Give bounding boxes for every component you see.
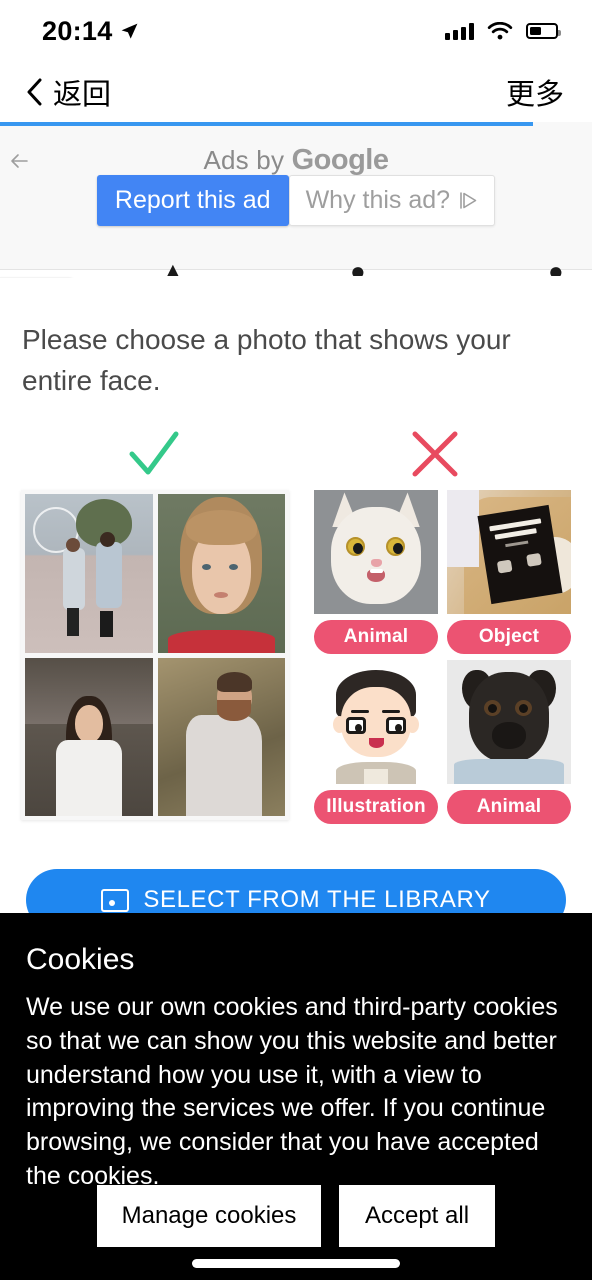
bad-example-label: Illustration: [314, 790, 438, 824]
check-mark-icon: [129, 431, 179, 475]
wifi-icon: [487, 21, 513, 39]
bad-example-dog: Animal: [447, 660, 571, 824]
bad-example-label: Object: [447, 620, 571, 654]
select-from-library-label: SELECT FROM THE LIBRARY: [143, 886, 491, 913]
back-button[interactable]: 返回: [26, 71, 111, 113]
girl-portrait-photo: [157, 494, 285, 653]
google-ad-banner: Ads by Google Report this ad Why this ad…: [0, 122, 592, 270]
ads-by-google-label: Ads by Google: [0, 144, 592, 177]
photo-library-icon: [101, 888, 130, 912]
home-indicator[interactable]: [192, 1259, 400, 1268]
ads-by-text: Ads by: [203, 145, 285, 175]
status-time: 20:14: [42, 15, 113, 46]
photo-guidance-sheet: Please choose a photo that shows your en…: [0, 278, 592, 913]
cookies-button-row: Manage cookies Accept all: [0, 1185, 592, 1247]
more-button[interactable]: 更多: [506, 71, 564, 113]
good-examples-grid: [21, 490, 289, 820]
cookies-title: Cookies: [26, 943, 135, 976]
couple-at-fair-photo: [25, 494, 153, 653]
white-cat-photo: [314, 490, 438, 614]
cross-mark-icon: [412, 431, 458, 477]
cellular-signal-icon: [445, 22, 474, 40]
bad-example-book: Object: [447, 490, 571, 654]
pug-dog-photo: [447, 660, 571, 784]
report-this-ad-button[interactable]: Report this ad: [96, 175, 289, 226]
bad-example-label: Animal: [314, 620, 438, 654]
status-bar-left: 20:14: [42, 16, 139, 47]
chevron-left-icon: [27, 78, 42, 106]
bad-examples-grid: Animal Object Illustration Animal: [314, 490, 572, 830]
bad-example-label: Animal: [447, 790, 571, 824]
bad-examples-row-2: Illustration Animal: [314, 660, 572, 824]
bad-example-cat: Animal: [314, 490, 438, 654]
example-marks-row: [0, 426, 592, 488]
location-arrow-icon: [121, 23, 137, 39]
navigation-bar: 返回 更多: [0, 62, 592, 122]
woman-in-white-coat-photo: [25, 657, 153, 816]
accept-all-button[interactable]: Accept all: [339, 1185, 495, 1247]
bad-example-illustration: Illustration: [314, 660, 438, 824]
why-this-ad-button[interactable]: Why this ad?: [288, 175, 496, 226]
ad-choices-triangle-icon: [460, 192, 477, 209]
boy-illustration: [314, 660, 438, 784]
manage-cookies-button[interactable]: Manage cookies: [97, 1185, 321, 1247]
cookies-banner: Cookies We use our own cookies and third…: [0, 913, 592, 1280]
clipped-content-row: ▲ ● ●: [0, 262, 592, 276]
status-bar: 20:14: [0, 0, 592, 62]
milk-and-honey-book-photo: [447, 490, 571, 614]
google-wordmark: Google: [291, 144, 389, 176]
back-button-label: 返回: [53, 79, 112, 111]
instruction-text: Please choose a photo that shows your en…: [22, 324, 511, 396]
cookies-body-text: We use our own cookies and third-party c…: [26, 993, 558, 1190]
bad-examples-row-1: Animal Object: [314, 490, 572, 654]
ad-loading-progress: [0, 122, 533, 126]
bearded-man-photo: [157, 657, 285, 816]
battery-icon: [526, 23, 561, 39]
status-bar-right: [445, 21, 561, 41]
why-this-ad-label: Why this ad?: [305, 186, 451, 214]
phone-screen: 20:14 返回 更多 Ads by Google Report this ad…: [0, 0, 592, 1280]
ad-button-row: Report this ad Why this ad?: [0, 175, 592, 226]
